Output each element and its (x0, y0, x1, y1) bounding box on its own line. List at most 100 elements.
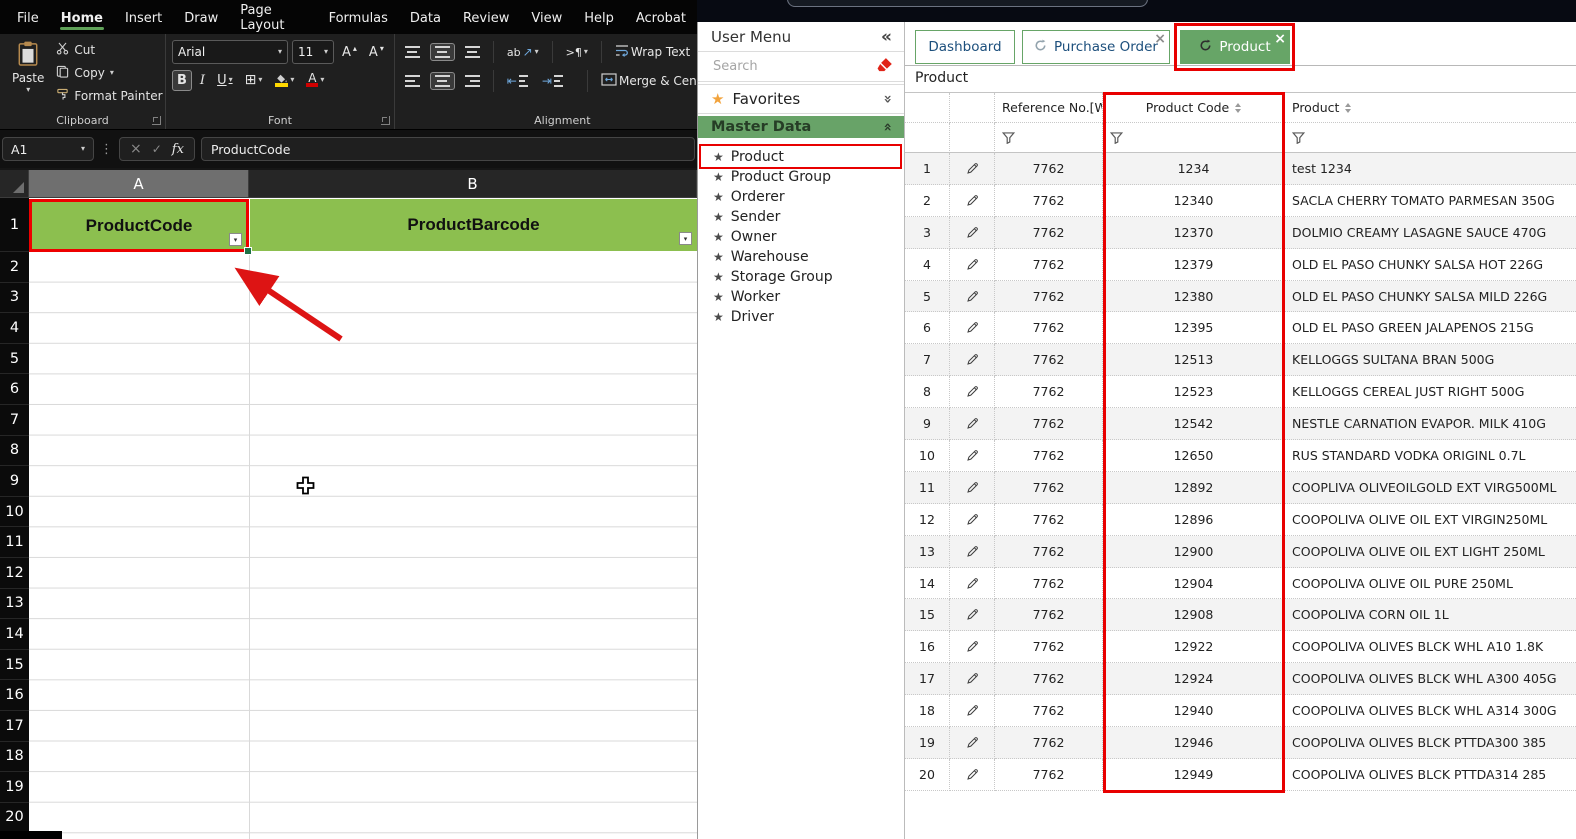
merge-center-button[interactable]: Merge & Center ▾ (597, 71, 697, 92)
text-direction-button[interactable]: >¶▾ (562, 44, 592, 61)
font-dialog-launcher-icon[interactable] (381, 116, 390, 125)
edit-row-button[interactable] (950, 344, 995, 376)
row-number-4[interactable]: 4 (0, 313, 29, 344)
edit-row-button[interactable] (950, 472, 995, 504)
reference-cell[interactable]: 7762 (995, 504, 1103, 536)
align-right-button[interactable] (461, 73, 484, 89)
product-code-cell[interactable]: 12949 (1103, 759, 1285, 791)
wrap-text-button[interactable]: Wrap Text (611, 42, 694, 63)
align-middle-button[interactable] (430, 43, 455, 61)
decrease-indent-button[interactable]: ⇤ (503, 72, 532, 90)
reference-filter-cell[interactable] (995, 123, 1103, 153)
product-code-cell[interactable]: 12380 (1103, 281, 1285, 313)
product-name-cell[interactable]: COOPOLIVA OLIVE OIL EXT VIRGIN250ML (1285, 504, 1576, 536)
refresh-icon[interactable] (1034, 39, 1047, 56)
product-code-cell[interactable]: 12340 (1103, 185, 1285, 217)
product-name-cell[interactable]: KELLOGGS SULTANA BRAN 500G (1285, 344, 1576, 376)
row-number-13[interactable]: 13 (0, 589, 29, 620)
edit-row-button[interactable] (950, 312, 995, 344)
refresh-icon[interactable] (1199, 39, 1212, 56)
edit-row-button[interactable] (950, 759, 995, 791)
close-tab-icon[interactable]: × (1274, 32, 1286, 46)
excel-menu-help[interactable]: Help (573, 3, 625, 32)
product-code-cell[interactable]: 12542 (1103, 408, 1285, 440)
insert-function-icon[interactable]: fx (172, 142, 184, 157)
reference-cell[interactable]: 7762 (995, 344, 1103, 376)
cut-button[interactable]: Cut (56, 40, 162, 60)
excel-menu-file[interactable]: File (6, 3, 50, 32)
cell-b1[interactable]: ProductBarcode ▾ (250, 199, 697, 251)
edit-row-button[interactable] (950, 631, 995, 663)
search-input[interactable] (711, 58, 855, 75)
row-number-19[interactable]: 19 (0, 772, 29, 803)
column-header-b[interactable]: B (249, 170, 697, 198)
menu-item-product-group[interactable]: ★Product Group (698, 167, 904, 187)
reference-cell[interactable]: 7762 (995, 536, 1103, 568)
menu-item-warehouse[interactable]: ★Warehouse (698, 247, 904, 267)
tab-purchase-order[interactable]: Purchase Order× (1022, 30, 1170, 64)
reference-cell[interactable]: 7762 (995, 695, 1103, 727)
edit-row-button[interactable] (950, 281, 995, 313)
menu-item-worker[interactable]: ★Worker (698, 287, 904, 307)
row-number-20[interactable]: 20 (0, 803, 29, 834)
tab-dashboard[interactable]: Dashboard (915, 30, 1015, 64)
edit-row-button[interactable] (950, 153, 995, 185)
product-code-cell[interactable]: 12896 (1103, 504, 1285, 536)
reference-cell[interactable]: 7762 (995, 759, 1103, 791)
product-code-cell[interactable]: 12650 (1103, 440, 1285, 472)
align-center-button[interactable] (430, 72, 455, 90)
row-number-10[interactable]: 10 (0, 497, 29, 528)
align-bottom-button[interactable] (461, 44, 484, 60)
edit-row-button[interactable] (950, 504, 995, 536)
edit-row-button[interactable] (950, 440, 995, 472)
product-name-cell[interactable]: RUS STANDARD VODKA ORIGINL 0.7L (1285, 440, 1576, 472)
clipboard-dialog-launcher-icon[interactable] (152, 116, 161, 125)
reference-cell[interactable]: 7762 (995, 663, 1103, 695)
reference-cell[interactable]: 7762 (995, 376, 1103, 408)
reference-cell[interactable]: 7762 (995, 440, 1103, 472)
reference-cell[interactable]: 7762 (995, 217, 1103, 249)
row-number-7[interactable]: 7 (0, 405, 29, 436)
underline-button[interactable]: U▾ (213, 71, 237, 90)
reference-cell[interactable]: 7762 (995, 281, 1103, 313)
product-code-cell[interactable]: 12395 (1103, 312, 1285, 344)
row-number-11[interactable]: 11 (0, 527, 29, 558)
cell-b1-filter-button[interactable]: ▾ (679, 232, 692, 245)
formula-bar[interactable]: ProductCode (201, 137, 695, 161)
excel-menu-formulas[interactable]: Formulas (318, 3, 399, 32)
product-name-cell[interactable]: SACLA CHERRY TOMATO PARMESAN 350G (1285, 185, 1576, 217)
select-all-corner[interactable] (0, 170, 29, 198)
product-code-cell[interactable]: 12523 (1103, 376, 1285, 408)
edit-row-button[interactable] (950, 217, 995, 249)
collapse-panel-icon[interactable]: « (881, 27, 892, 47)
collapse-master-data-icon[interactable]: « (879, 122, 895, 131)
product-name-cell[interactable]: COOPOLIVA CORN OIL 1L (1285, 599, 1576, 631)
row-number-18[interactable]: 18 (0, 742, 29, 773)
decrease-font-button[interactable]: A▾ (365, 43, 388, 62)
edit-row-button[interactable] (950, 376, 995, 408)
product-code-cell[interactable]: 12892 (1103, 472, 1285, 504)
row-number-16[interactable]: 16 (0, 680, 29, 711)
name-box[interactable]: A1▾ (2, 137, 94, 161)
excel-menu-home[interactable]: Home (50, 3, 114, 32)
borders-button[interactable]: ⊞▾ (241, 70, 267, 90)
cell-a1-filter-button[interactable]: ▾ (229, 233, 242, 246)
font-name-select[interactable]: Arial▾ (172, 40, 288, 64)
format-painter-button[interactable]: Format Painter (56, 86, 162, 106)
product-code-filter-cell[interactable] (1103, 123, 1285, 153)
product-name-cell[interactable]: OLD EL PASO GREEN JALAPENOS 215G (1285, 312, 1576, 344)
reference-cell[interactable]: 7762 (995, 727, 1103, 759)
sheet-cells-background[interactable] (29, 252, 697, 839)
product-code-cell[interactable]: 12900 (1103, 536, 1285, 568)
excel-menu-insert[interactable]: Insert (114, 3, 173, 32)
font-color-button[interactable]: A ▾ (302, 71, 328, 89)
product-name-cell[interactable]: COOPOLIVA OLIVE OIL EXT LIGHT 250ML (1285, 536, 1576, 568)
excel-menu-view[interactable]: View (520, 3, 573, 32)
excel-menu-review[interactable]: Review (452, 3, 520, 32)
menu-item-sender[interactable]: ★Sender (698, 207, 904, 227)
product-name-cell[interactable]: COOPOLIVA OLIVES BLCK PTTDA300 385 (1285, 727, 1576, 759)
row-number-2[interactable]: 2 (0, 252, 29, 283)
row-number-5[interactable]: 5 (0, 344, 29, 375)
reference-cell[interactable]: 7762 (995, 312, 1103, 344)
product-code-cell[interactable]: 12924 (1103, 663, 1285, 695)
